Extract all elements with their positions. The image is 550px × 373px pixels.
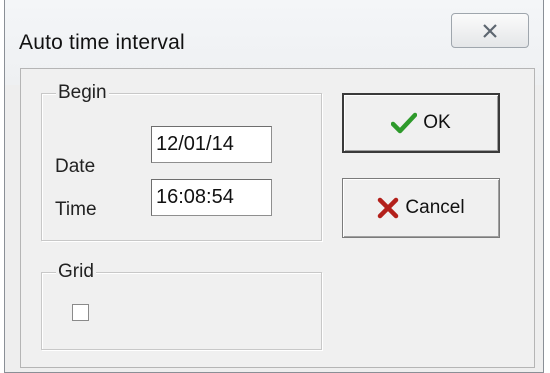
auto-time-interval-dialog: Auto time interval Begin Date Time Grid [4, 0, 544, 373]
dialog-body: Begin Date Time Grid OK [20, 68, 535, 368]
cross-icon [377, 197, 399, 219]
close-icon [482, 23, 498, 38]
dialog-title: Auto time interval [19, 31, 185, 54]
close-button[interactable] [451, 13, 529, 48]
date-label: Date [55, 156, 96, 177]
date-input[interactable] [151, 126, 272, 163]
ok-label: OK [423, 112, 451, 133]
cancel-label: Cancel [405, 197, 465, 218]
checkmark-icon [391, 112, 418, 134]
ok-button[interactable]: OK [342, 93, 500, 153]
time-input[interactable] [151, 179, 272, 216]
grid-checkbox[interactable] [72, 304, 89, 321]
grid-legend: Grid [56, 261, 96, 283]
cancel-button[interactable]: Cancel [342, 178, 500, 238]
time-label: Time [55, 199, 97, 220]
screen: Auto time interval Begin Date Time Grid [0, 0, 550, 373]
begin-legend: Begin [56, 82, 109, 104]
